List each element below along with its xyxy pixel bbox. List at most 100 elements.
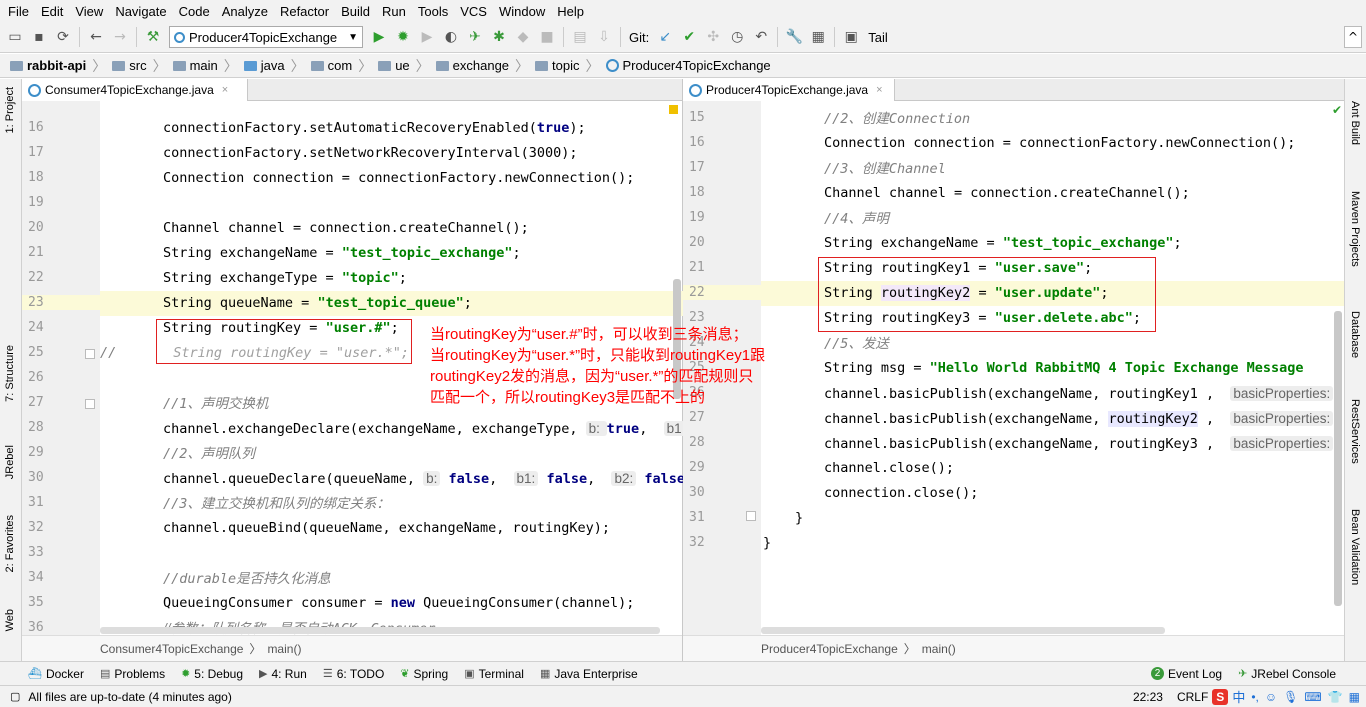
breadcrumb-src[interactable]: src xyxy=(108,58,150,73)
tool-java-enterprise[interactable]: ▦ Java Enterprise xyxy=(532,667,646,681)
stop-icon[interactable]: ■ xyxy=(536,26,558,48)
project-structure-icon[interactable]: ▤ xyxy=(569,26,591,48)
search-everywhere-icon[interactable]: ^ xyxy=(1344,26,1362,48)
back-icon[interactable]: ← xyxy=(85,26,107,48)
tool-web[interactable]: Web xyxy=(4,609,16,631)
fold-marker-icon[interactable] xyxy=(85,349,95,359)
ime-mode[interactable]: 中 xyxy=(1232,687,1251,706)
git-revert-icon[interactable]: ↶ xyxy=(750,26,772,48)
tool-database[interactable]: Database xyxy=(1349,311,1361,358)
fold-marker-icon[interactable] xyxy=(746,511,756,521)
open-folder-icon[interactable]: ▭ xyxy=(4,26,26,48)
forward-icon[interactable]: → xyxy=(109,26,131,48)
sync-icon[interactable]: ⟳ xyxy=(52,26,74,48)
update-icon[interactable]: ◆ xyxy=(512,26,534,48)
menu-file[interactable]: File xyxy=(2,4,35,19)
menu-edit[interactable]: Edit xyxy=(35,4,69,19)
line-separator[interactable]: CRLF xyxy=(1177,690,1212,704)
tool-favorites[interactable]: 2: Favorites xyxy=(4,515,16,572)
menu-analyze[interactable]: Analyze xyxy=(216,4,274,19)
menu-build[interactable]: Build xyxy=(335,4,376,19)
breadcrumb-project[interactable]: rabbit-api xyxy=(6,58,90,73)
git-compare-icon[interactable]: ✣ xyxy=(702,26,724,48)
menu-navigate[interactable]: Navigate xyxy=(109,4,172,19)
docker-icon: ⛴ xyxy=(28,668,42,680)
tail-icon[interactable]: ▣ xyxy=(840,26,862,48)
tool-jrebel-console[interactable]: ✈ JRebel Console xyxy=(1230,667,1366,681)
jrebel-debug-icon[interactable]: ✱ xyxy=(488,26,510,48)
menu-window[interactable]: Window xyxy=(493,4,551,19)
class-icon xyxy=(605,59,619,72)
fold-marker-icon[interactable] xyxy=(85,399,95,409)
right-scrollbar[interactable] xyxy=(1334,311,1342,606)
right-horizontal-scrollbar[interactable] xyxy=(761,627,1165,634)
tab-consumer[interactable]: Consumer4TopicExchange.java × xyxy=(22,79,248,101)
run-icon[interactable]: ▶ xyxy=(368,26,390,48)
editor-crumb-method[interactable]: main() xyxy=(267,642,301,656)
code-line: connectionFactory.setNetworkRecoveryInte… xyxy=(163,145,578,161)
tool-event-log[interactable]: 2 Event Log xyxy=(1143,667,1230,681)
tool-run[interactable]: ▶ 4: Run xyxy=(251,667,315,681)
tool-structure[interactable]: 7: Structure xyxy=(4,345,16,402)
menu-view[interactable]: View xyxy=(69,4,109,19)
caret-position[interactable]: 22:23 xyxy=(1133,690,1177,704)
tool-jrebel[interactable]: JRebel xyxy=(4,445,16,479)
skin-shirt-icon[interactable]: 👕 xyxy=(1328,690,1349,704)
build-hammer-icon[interactable]: ⚒ xyxy=(142,26,164,48)
left-horizontal-scrollbar[interactable] xyxy=(100,627,660,634)
menu-refactor[interactable]: Refactor xyxy=(274,4,335,19)
punctuation-icon[interactable]: •, xyxy=(1251,690,1265,704)
run-configuration-select[interactable]: Producer4TopicExchange ▼ xyxy=(169,26,363,48)
menu-vcs[interactable]: VCS xyxy=(454,4,493,19)
tool-terminal[interactable]: ▣ Terminal xyxy=(456,667,532,681)
breadcrumb-topic[interactable]: topic xyxy=(531,58,583,73)
profile-icon[interactable]: ◐ xyxy=(440,26,462,48)
jrebel-run-icon[interactable]: ✈ xyxy=(464,26,486,48)
close-icon[interactable]: × xyxy=(876,84,882,96)
debug-icon[interactable]: ✹ xyxy=(392,26,414,48)
menu-tools[interactable]: Tools xyxy=(412,4,454,19)
git-update-icon[interactable]: ↙ xyxy=(654,26,676,48)
tail-label[interactable]: Tail xyxy=(864,30,892,45)
breadcrumb-label: src xyxy=(129,58,147,73)
tool-bean-validation[interactable]: Bean Validation xyxy=(1349,509,1361,585)
editor-crumb-method[interactable]: main() xyxy=(922,642,956,656)
git-commit-icon[interactable]: ✔ xyxy=(678,26,700,48)
breadcrumb-exchange[interactable]: exchange xyxy=(432,58,513,73)
run-coverage-icon[interactable]: ▶ xyxy=(416,26,438,48)
editor-crumb-class[interactable]: Producer4TopicExchange xyxy=(761,642,898,656)
tool-problems[interactable]: ▤ Problems xyxy=(92,667,173,681)
breadcrumb-java[interactable]: java xyxy=(240,58,289,73)
git-history-icon[interactable]: ◷ xyxy=(726,26,748,48)
save-icon[interactable]: ▪ xyxy=(28,26,50,48)
line-number: 15 xyxy=(22,101,100,103)
microphone-icon[interactable]: 🎙 xyxy=(1283,690,1304,704)
tool-maven-projects[interactable]: Maven Projects xyxy=(1349,191,1361,267)
breadcrumb-ue[interactable]: ue xyxy=(374,58,413,73)
menu-code[interactable]: Code xyxy=(173,4,216,19)
menu-help[interactable]: Help xyxy=(551,4,590,19)
toolbox-icon[interactable]: ▦ xyxy=(1349,690,1366,704)
close-icon[interactable]: × xyxy=(222,84,228,96)
emoji-icon[interactable]: ☺ xyxy=(1265,690,1283,704)
ime-logo-icon[interactable]: S xyxy=(1212,688,1229,705)
tool-rest-services[interactable]: RestServices xyxy=(1349,399,1361,464)
download-icon[interactable]: ⇩ xyxy=(593,26,615,48)
settings-wrench-icon[interactable]: 🔧 xyxy=(783,26,805,48)
tool-spring[interactable]: ❦ Spring xyxy=(392,667,456,681)
status-toggle-icon[interactable]: ▢ xyxy=(0,690,28,703)
tool-todo[interactable]: ☰ 6: TODO xyxy=(315,667,392,681)
project-settings-icon[interactable]: ▦ xyxy=(807,26,829,48)
menu-run[interactable]: Run xyxy=(376,4,412,19)
tool-project[interactable]: 1: Project xyxy=(4,87,16,133)
tool-debug[interactable]: ✹ 5: Debug xyxy=(173,667,251,681)
tool-ant-build[interactable]: Ant Build xyxy=(1349,101,1361,145)
breadcrumb-com[interactable]: com xyxy=(307,58,357,73)
editor-crumb-class[interactable]: Consumer4TopicExchange xyxy=(100,642,243,656)
breadcrumb-class[interactable]: Producer4TopicExchange xyxy=(602,58,775,73)
tab-producer[interactable]: Producer4TopicExchange.java × xyxy=(683,79,895,101)
run-configuration-label: Producer4TopicExchange xyxy=(189,29,338,45)
keyboard-icon[interactable]: ⌨ xyxy=(1304,690,1327,704)
tool-docker[interactable]: ⛴ Docker xyxy=(0,667,92,681)
breadcrumb-main[interactable]: main xyxy=(169,58,222,73)
